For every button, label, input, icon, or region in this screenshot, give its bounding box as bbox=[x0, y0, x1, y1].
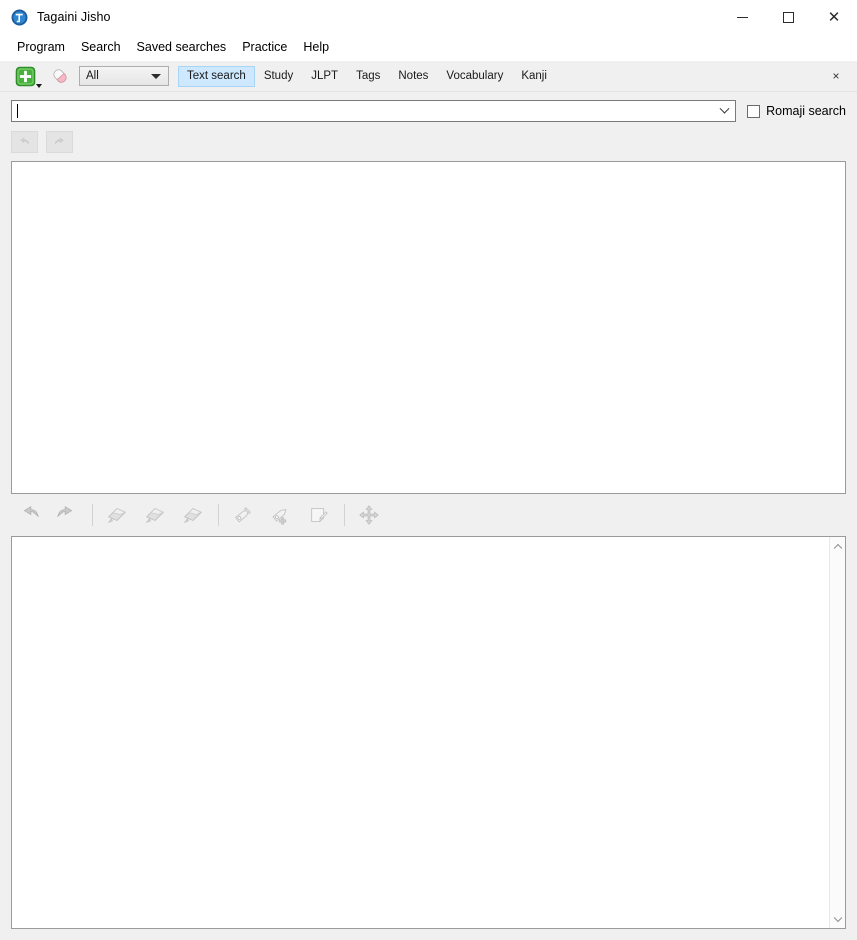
tab-kanji[interactable]: Kanji bbox=[512, 66, 556, 87]
study-remove-icon bbox=[183, 508, 203, 524]
undo-button[interactable] bbox=[14, 501, 44, 529]
search-input[interactable] bbox=[12, 102, 715, 120]
move-icon bbox=[359, 505, 379, 525]
titlebar: Tagaini Jisho ✕ bbox=[0, 0, 857, 34]
window-controls: ✕ bbox=[719, 0, 857, 34]
menu-item-practice[interactable]: Practice bbox=[234, 37, 295, 58]
redo-button[interactable] bbox=[52, 501, 82, 529]
tab-text-search[interactable]: Text search bbox=[178, 65, 255, 87]
study-edit-icon bbox=[145, 508, 165, 524]
romaji-search-label: Romaji search bbox=[766, 104, 846, 118]
eraser-icon bbox=[53, 69, 67, 83]
tag-edit-icon bbox=[234, 507, 251, 523]
menubar: Program Search Saved searches Practice H… bbox=[0, 34, 857, 61]
maximize-icon bbox=[782, 11, 794, 23]
next-results-icon bbox=[54, 137, 64, 144]
tab-jlpt[interactable]: JLPT bbox=[302, 66, 347, 87]
minimize-button[interactable] bbox=[719, 0, 765, 34]
note-edit-icon bbox=[311, 508, 328, 523]
study-add-button[interactable] bbox=[102, 501, 132, 529]
entry-detail-panel bbox=[11, 536, 846, 929]
search-type-toolbar: All Text search Study JLPT Tags Notes Vo… bbox=[0, 61, 857, 92]
note-edit-button[interactable] bbox=[304, 501, 334, 529]
menu-item-help[interactable]: Help bbox=[295, 37, 337, 58]
undo-icon bbox=[23, 506, 39, 518]
close-button[interactable]: ✕ bbox=[811, 0, 857, 34]
tagaini-logo-icon bbox=[11, 9, 28, 25]
text-cursor bbox=[17, 104, 18, 118]
menu-item-program[interactable]: Program bbox=[9, 37, 73, 58]
search-filter-value: All bbox=[86, 70, 99, 82]
tab-vocabulary[interactable]: Vocabulary bbox=[437, 66, 512, 87]
tab-study[interactable]: Study bbox=[255, 66, 302, 87]
study-add-icon bbox=[107, 508, 127, 524]
maximize-button[interactable] bbox=[765, 0, 811, 34]
tag-add-button[interactable] bbox=[266, 501, 296, 529]
clear-search-button[interactable] bbox=[49, 65, 71, 87]
close-icon: ✕ bbox=[827, 8, 841, 26]
toolbar-separator bbox=[344, 504, 345, 526]
search-row: Romaji search bbox=[0, 92, 857, 124]
tag-add-icon bbox=[272, 509, 287, 525]
move-button[interactable] bbox=[354, 501, 384, 529]
history-navigation bbox=[0, 124, 857, 156]
add-entry-button[interactable] bbox=[14, 65, 42, 88]
chevron-down-icon bbox=[719, 103, 730, 114]
previous-results-icon bbox=[20, 137, 30, 144]
redo-icon bbox=[57, 506, 73, 518]
add-entry-icon bbox=[15, 66, 36, 86]
tab-notes[interactable]: Notes bbox=[389, 66, 437, 87]
search-tabs: Text search Study JLPT Tags Notes Vocabu… bbox=[178, 65, 556, 87]
menu-item-saved-searches[interactable]: Saved searches bbox=[129, 37, 235, 58]
search-combobox[interactable] bbox=[11, 100, 737, 122]
search-results-panel[interactable] bbox=[11, 161, 846, 494]
entry-detail-content[interactable] bbox=[12, 537, 829, 928]
toolbar-separator bbox=[218, 504, 219, 526]
menu-item-search[interactable]: Search bbox=[73, 37, 129, 58]
tag-edit-button[interactable] bbox=[228, 501, 258, 529]
scrollbar-track[interactable] bbox=[830, 554, 846, 911]
toolbar-separator bbox=[92, 504, 93, 526]
tab-tags[interactable]: Tags bbox=[347, 66, 389, 87]
chevron-down-icon bbox=[151, 74, 161, 79]
study-edit-button[interactable] bbox=[140, 501, 170, 529]
scroll-up-button[interactable] bbox=[830, 537, 846, 554]
minimize-icon bbox=[736, 16, 748, 18]
scroll-down-button[interactable] bbox=[830, 911, 846, 928]
study-remove-button[interactable] bbox=[178, 501, 208, 529]
close-search-bar-button[interactable]: × bbox=[825, 65, 847, 87]
chevron-up-icon bbox=[833, 543, 842, 552]
search-filter-combo[interactable]: All bbox=[79, 66, 169, 86]
next-results-button[interactable] bbox=[46, 131, 73, 153]
chevron-down-icon bbox=[833, 913, 842, 922]
window-title: Tagaini Jisho bbox=[37, 10, 111, 24]
romaji-search-option[interactable]: Romaji search bbox=[747, 104, 846, 118]
search-history-dropdown-button[interactable] bbox=[714, 101, 735, 121]
entry-actions-toolbar bbox=[0, 494, 857, 536]
chevron-down-icon bbox=[36, 83, 42, 88]
application-window: Tagaini Jisho ✕ Program Search Saved sea… bbox=[0, 0, 857, 940]
previous-results-button[interactable] bbox=[11, 131, 38, 153]
romaji-search-checkbox[interactable] bbox=[747, 104, 761, 118]
detail-vertical-scrollbar[interactable] bbox=[829, 537, 845, 928]
